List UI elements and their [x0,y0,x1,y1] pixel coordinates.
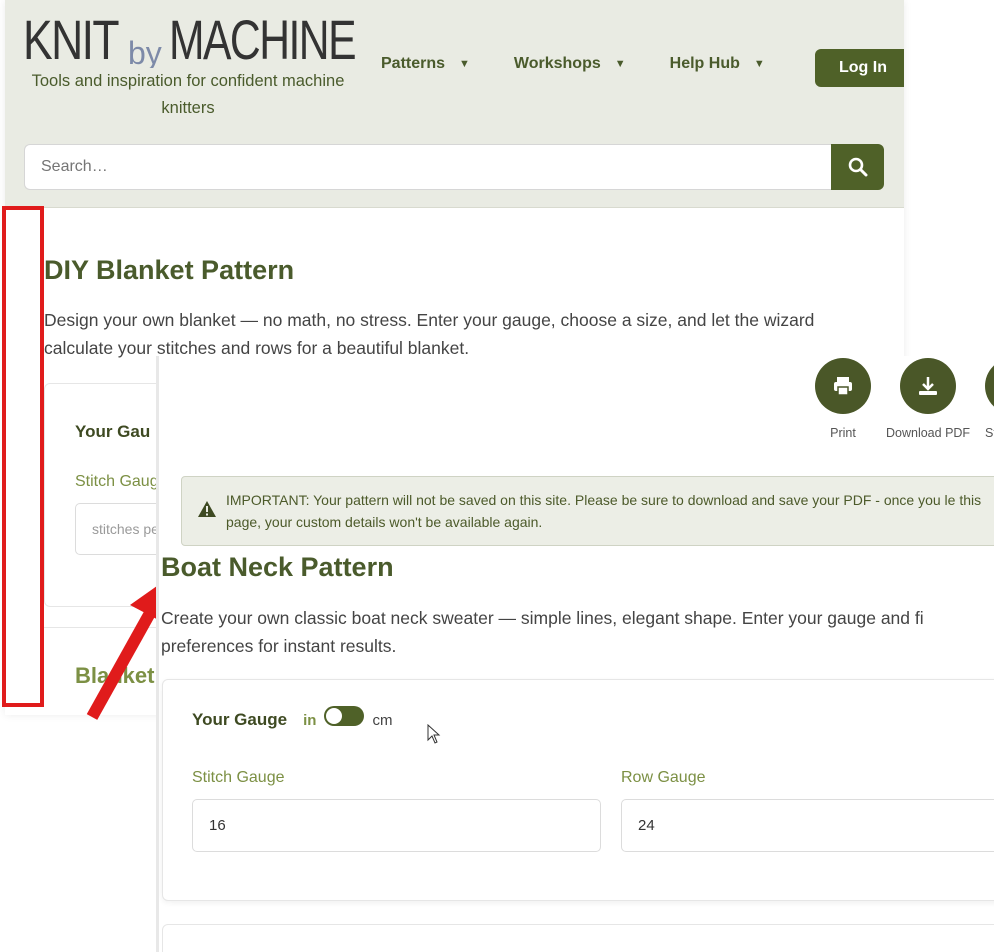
download-icon [919,377,937,395]
share-button[interactable] [985,358,994,414]
unit-in-label: in [303,711,317,729]
annotation-highlight-box [2,206,44,707]
download-action[interactable]: Download PDF [886,358,970,440]
caret-down-icon: ▼ [614,58,626,70]
action-label: Print [830,426,856,440]
site-tagline: Tools and inspiration for confident mach… [31,72,345,117]
page-title: DIY Blanket Pattern [44,255,295,285]
stitch-gauge-label: Stitch Gaug [75,473,159,490]
page-description: Create your own classic boat neck sweate… [161,608,924,656]
toggle-knob [326,708,343,724]
nav-help-hub[interactable]: Help Hub ▼ [670,55,765,73]
download-button[interactable] [900,358,956,414]
unit-toggle[interactable] [324,706,365,726]
login-button[interactable]: Log In [815,49,904,87]
search-button[interactable] [831,144,884,190]
nav-label: Patterns [381,55,446,72]
important-notice: IMPORTANT: Your pattern will not be save… [181,476,994,546]
next-section-card [162,924,994,952]
nav-patterns[interactable]: Patterns ▼ [381,55,470,73]
page-description: Design your own blanket — no math, no st… [44,310,815,358]
site-header: KNIT by MACHINE Tools and inspiration fo… [5,0,904,208]
action-label: St [985,426,994,440]
action-label: Download PDF [886,426,971,440]
caret-down-icon: ▼ [459,58,470,70]
unit-cm-label: cm [372,711,393,729]
warning-icon [198,501,216,517]
svg-text:MACHINE: MACHINE [169,8,355,68]
print-action[interactable]: Print [815,358,871,440]
stitch-gauge-input[interactable]: 16 [192,799,601,852]
important-message: IMPORTANT: Your pattern will not be save… [226,492,982,530]
site-logo[interactable]: KNIT by MACHINE [23,6,363,68]
print-icon [834,377,852,396]
share-action[interactable]: St [985,358,994,440]
search-icon [848,157,867,177]
nav-workshops[interactable]: Workshops ▼ [514,55,626,73]
nav-label: Workshops [513,55,601,72]
nav-label: Help Hub [669,55,740,72]
gauge-header: Your Gauge in cm [192,706,393,730]
gauge-title: Your Gau [75,422,151,441]
stitch-gauge-label: Stitch Gauge [192,769,285,786]
main-nav: Patterns ▼ Workshops ▼ Help Hub ▼ [381,55,809,73]
search-bar [24,144,884,190]
front-window: Print Download PDF St IMPORTANT: Your pa… [156,356,994,952]
row-gauge-label: Row Gauge [621,769,706,786]
print-button[interactable] [815,358,871,414]
svg-text:KNIT: KNIT [23,8,119,68]
svg-text:by: by [128,35,162,68]
gauge-title: Your Gauge [192,710,288,729]
row-gauge-input[interactable]: 24 [621,799,994,852]
caret-down-icon: ▼ [753,58,765,70]
search-input[interactable] [24,144,832,190]
page-title: Boat Neck Pattern [161,552,394,582]
mouse-cursor-icon [427,724,441,744]
